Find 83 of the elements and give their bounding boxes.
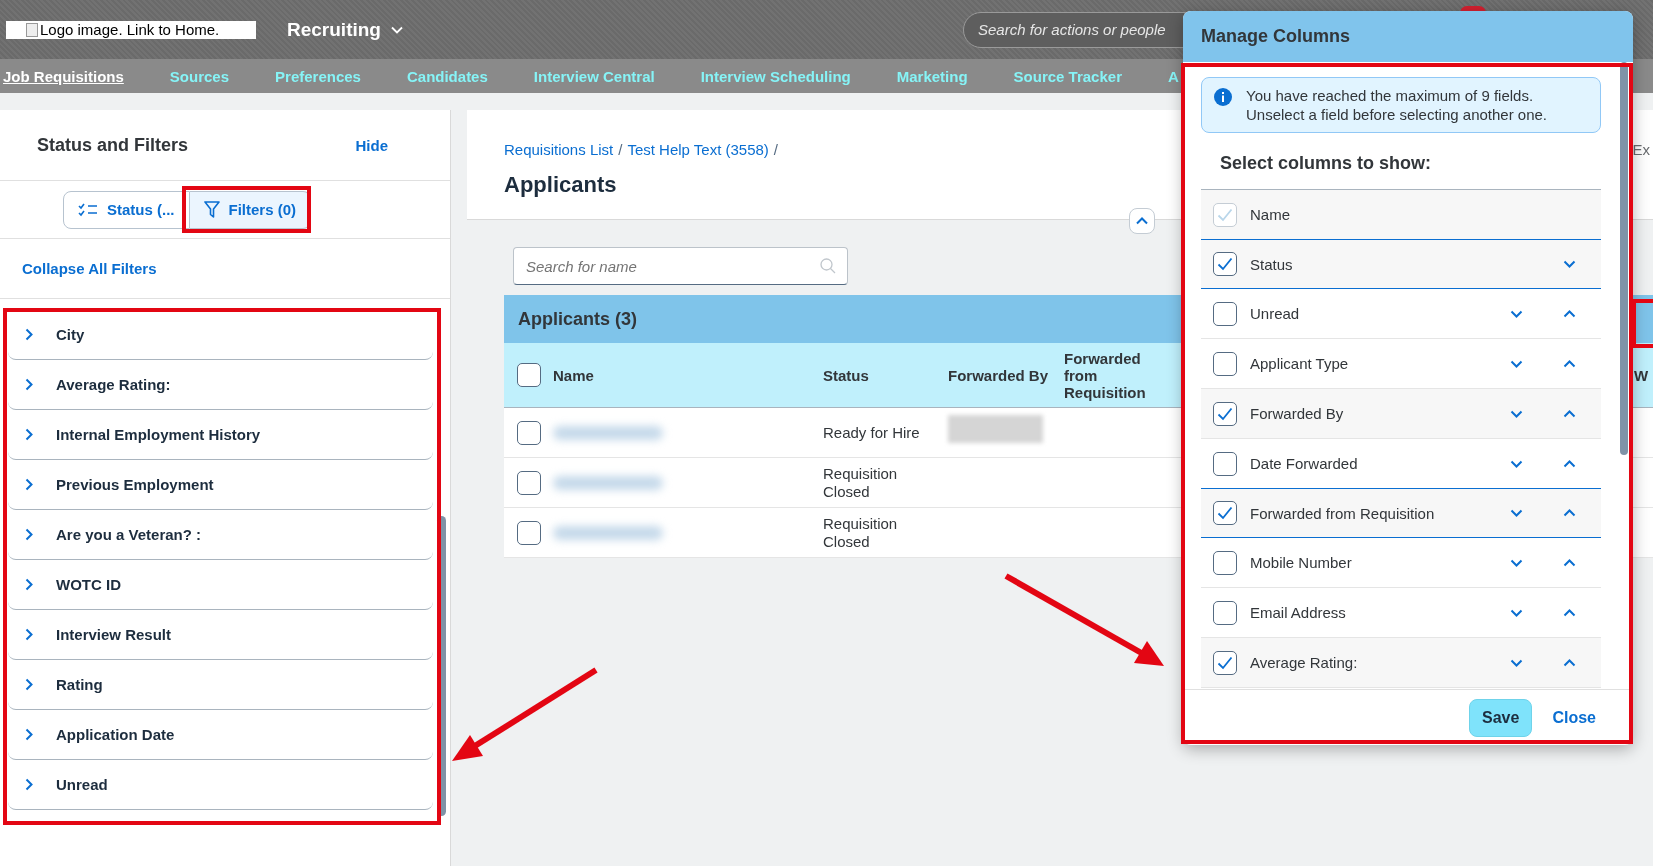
segment-button[interactable]: Status (... — [63, 190, 190, 229]
chevron-down-icon — [1509, 608, 1523, 617]
hide-link[interactable]: Hide — [355, 136, 388, 154]
breadcrumb-separator: / — [618, 141, 623, 158]
search-icon — [820, 258, 836, 274]
chevron-down-icon — [1509, 658, 1523, 667]
chevron-right-icon — [25, 728, 33, 741]
column-header: Forwarded from Requisition — [1064, 349, 1147, 401]
checkbox[interactable] — [1213, 252, 1237, 276]
chevron-up-icon — [1562, 658, 1576, 667]
checkbox[interactable] — [1213, 550, 1237, 575]
section-heading: Select columns to show: — [1220, 153, 1433, 175]
table-cell-text: Requisition Closed — [823, 514, 899, 551]
checkbox[interactable] — [1213, 301, 1237, 326]
filter-icon — [203, 201, 220, 218]
column-header: Status — [823, 366, 869, 384]
chevron-up-icon — [1136, 217, 1148, 225]
collapse-header-button[interactable] — [1129, 208, 1155, 234]
header-text: Ex — [1632, 141, 1650, 158]
column-option[interactable]: Mobile Number — [1201, 538, 1601, 588]
chevron-up-icon — [1562, 309, 1576, 318]
chevron-down-icon — [1509, 459, 1523, 468]
save-button[interactable]: Save — [1469, 698, 1533, 737]
chevron-right-icon — [25, 578, 33, 591]
column-header: Forwarded By — [948, 366, 1049, 384]
column-header: W — [1634, 366, 1649, 384]
chevron-down-icon — [1509, 558, 1523, 567]
module-menu[interactable]: Recruiting — [287, 18, 403, 41]
breadcrumb-link[interactable]: Test Help Text (3558) — [627, 141, 769, 158]
logo-image-link[interactable]: Logo image. Link to Home. — [6, 20, 256, 39]
chevron-up-icon — [1562, 608, 1576, 617]
checkbox[interactable] — [516, 470, 541, 495]
checkbox[interactable] — [516, 420, 541, 445]
chevron-down-icon — [1509, 409, 1523, 418]
panel-title: Status and Filters — [37, 134, 189, 156]
checkbox[interactable] — [1213, 600, 1237, 625]
chevron-right-icon — [25, 628, 33, 641]
chevron-right-icon — [25, 478, 33, 491]
checkbox[interactable] — [1213, 451, 1237, 476]
check-icon — [1217, 406, 1233, 421]
chevron-right-icon — [25, 378, 33, 391]
check-icon — [1217, 655, 1233, 670]
chevron-down-icon — [1509, 509, 1523, 517]
info-text: You have reached the maximum of 9 fields. Unselect a field before selecting another one. — [1246, 86, 1549, 124]
chevron-up-icon — [1562, 359, 1576, 368]
checkbox[interactable] — [1213, 351, 1237, 376]
checklist-icon — [78, 202, 98, 217]
column-option[interactable]: Unread — [1201, 289, 1601, 339]
info-icon — [1214, 88, 1232, 106]
chevron-down-icon — [1562, 260, 1576, 268]
search-field[interactable]: Search for name — [513, 247, 848, 285]
chevron-right-icon — [25, 778, 33, 791]
caret-icon — [390, 25, 403, 34]
chevron-right-icon — [25, 428, 33, 441]
table-cell-text: Ready for Hire — [823, 423, 921, 442]
column-option[interactable]: Average Rating: — [1201, 638, 1601, 688]
checkbox[interactable] — [516, 520, 541, 545]
chevron-up-icon — [1562, 558, 1576, 567]
chevron-up-icon — [1562, 409, 1576, 418]
column-option[interactable]: Forwarded from Requisition — [1201, 488, 1601, 538]
chevron-up-icon — [1562, 509, 1576, 517]
page-title: Applicants — [504, 172, 618, 198]
close-button[interactable]: Close — [1552, 708, 1596, 727]
chevron-up-icon — [1562, 459, 1576, 468]
checkbox[interactable] — [1213, 501, 1237, 525]
chevron-right-icon — [25, 678, 33, 691]
check-icon — [1217, 207, 1233, 222]
chevron-down-icon — [1509, 309, 1523, 318]
column-option[interactable]: Forwarded By — [1201, 389, 1601, 439]
column-option[interactable]: Status — [1201, 239, 1601, 289]
breadcrumb-separator: / — [773, 141, 779, 158]
chevron-right-icon — [25, 528, 33, 541]
chevron-right-icon — [25, 328, 33, 341]
column-header: Name — [553, 366, 594, 384]
checkbox[interactable] — [1213, 401, 1237, 426]
checkbox[interactable] — [516, 363, 541, 387]
breadcrumb-link[interactable]: Requisitions List — [504, 141, 614, 158]
check-icon — [1217, 506, 1233, 520]
chevron-down-icon — [1509, 359, 1523, 368]
collapse-all-link[interactable]: Collapse All Filters — [22, 260, 157, 277]
check-icon — [1217, 257, 1233, 271]
table-cell-text: Requisition Closed — [823, 464, 899, 501]
checkbox[interactable] — [1213, 650, 1237, 675]
